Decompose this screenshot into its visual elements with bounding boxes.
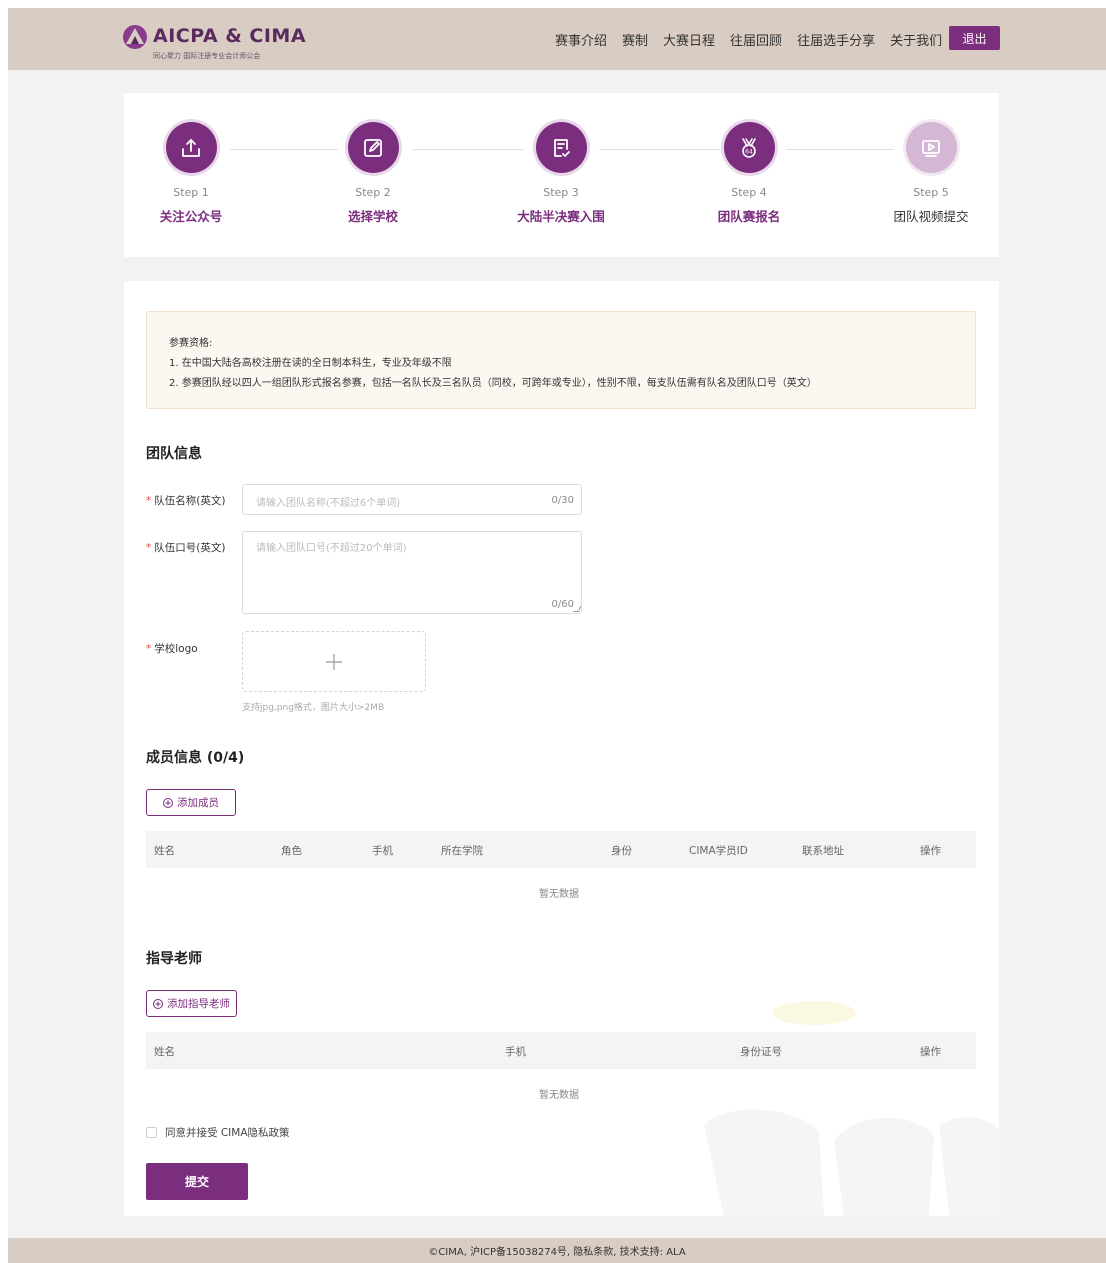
top-header: AICPA & CIMA 同心聚力 国际注册专业会计师公会 赛事介绍 赛制 大赛…	[8, 8, 1106, 70]
column-header: 操作	[920, 845, 941, 857]
column-header: CIMA学员ID	[689, 845, 748, 857]
video-icon	[922, 139, 940, 157]
advisors-empty-text: 暂无数据	[539, 1090, 579, 1101]
plus-icon	[326, 653, 342, 670]
edit-icon	[364, 138, 382, 157]
members-table-header: 姓名 角色 手机 所在学院 身份 CIMA学员ID 联系地址 操作	[146, 831, 976, 868]
privacy-agree-checkbox[interactable]	[146, 1127, 157, 1138]
nav-item-review[interactable]: 往届回顾	[730, 30, 782, 49]
eligibility-notice: 参赛资格: 1. 在中国大陆各高校注册在读的全日制本科生，专业及年级不限 2. …	[146, 311, 976, 409]
team-name-placeholder: 请输入团队名称(不超过6个单词)	[256, 498, 401, 509]
team-name-input[interactable]: 请输入团队名称(不超过6个单词) 0/30	[242, 484, 582, 515]
team-name-counter: 0/30	[551, 495, 574, 506]
column-header: 角色	[281, 845, 302, 857]
step-number: Step 5	[913, 186, 949, 199]
advisors-title: 指导老师	[146, 951, 202, 967]
notice-line-2: 2. 参赛团队经以四人一组团队形式报名参赛，包括一名队长及三名队员（同校，可跨年…	[169, 378, 817, 389]
logo-text: AICPA & CIMA	[153, 25, 307, 47]
required-mark: *	[146, 495, 152, 507]
step-5: Step 5 团队视频提交	[861, 122, 1001, 225]
add-advisor-label: 添加指导老师	[167, 998, 230, 1010]
step-number: Step 2	[355, 186, 391, 199]
logout-button[interactable]: 退出	[949, 26, 1000, 50]
step-2-circle	[347, 122, 399, 173]
team-slogan-counter: 0/60	[551, 599, 574, 610]
logo-subtitle: 同心聚力 国际注册专业会计师公会	[153, 52, 261, 60]
school-logo-label: * 学校logo	[146, 641, 198, 656]
progress-steps: Step 1 关注公众号 Step 2 选择学校 Step 3 大陆半决赛入围 …	[124, 93, 999, 257]
school-logo-label-text: 学校logo	[154, 643, 198, 655]
add-advisor-button[interactable]: 添加指导老师	[146, 990, 237, 1017]
step-name: 选择学校	[347, 209, 398, 224]
required-mark: *	[146, 542, 152, 554]
column-header: 操作	[920, 1046, 941, 1058]
step-3: Step 3 大陆半决赛入围	[491, 122, 631, 225]
members-title: 成员信息 (0/4)	[146, 750, 245, 766]
step-1-circle	[165, 122, 217, 173]
document-check-icon	[554, 138, 570, 157]
column-header: 姓名	[154, 1046, 175, 1058]
team-name-label-text: 队伍名称(英文)	[154, 495, 226, 507]
step-name: 团队赛报名	[717, 209, 781, 224]
team-slogan-placeholder: 请输入团队口号(不超过20个单词)	[256, 543, 407, 554]
column-header: 所在学院	[441, 845, 483, 857]
step-2: Step 2 选择学校	[303, 122, 443, 225]
registration-form: 参赛资格: 1. 在中国大陆各高校注册在读的全日制本科生，专业及年级不限 2. …	[124, 281, 999, 1216]
svg-text:64: 64	[745, 148, 753, 155]
step-4: 64 Step 4 团队赛报名	[679, 122, 819, 225]
main-nav: 赛事介绍 赛制 大赛日程 往届回顾 往届选手分享 关于我们	[555, 30, 957, 49]
footer: ©CIMA, 沪ICP备15038274号, 隐私条款, 技术支持: ALA	[8, 1238, 1106, 1263]
logo-mark-icon	[123, 25, 147, 49]
column-header: 身份证号	[740, 1046, 782, 1058]
step-name: 团队视频提交	[893, 209, 969, 224]
step-number: Step 1	[173, 186, 209, 199]
nav-item-schedule[interactable]: 大赛日程	[663, 30, 715, 49]
team-slogan-label-text: 队伍口号(英文)	[154, 542, 226, 554]
nav-item-format[interactable]: 赛制	[622, 30, 648, 49]
team-info-title: 团队信息	[146, 446, 202, 462]
add-circle-icon	[153, 998, 163, 1009]
step-name: 关注公众号	[159, 209, 223, 224]
step-number: Step 4	[731, 186, 767, 199]
team-slogan-textarea[interactable]: 请输入团队口号(不超过20个单词) 0/60	[242, 531, 582, 614]
nav-item-about[interactable]: 关于我们	[890, 30, 942, 49]
team-name-label: * 队伍名称(英文)	[146, 493, 225, 508]
add-circle-icon	[163, 797, 173, 808]
upload-icon	[182, 138, 200, 157]
column-header: 姓名	[154, 845, 175, 857]
medal-icon: 64	[742, 137, 756, 158]
resize-handle-icon[interactable]	[572, 606, 582, 612]
notice-line-1: 1. 在中国大陆各高校注册在读的全日制本科生，专业及年级不限	[169, 358, 452, 369]
step-name: 大陆半决赛入围	[517, 209, 605, 224]
footer-text: ©CIMA, 沪ICP备15038274号, 隐私条款, 技术支持: ALA	[428, 1247, 686, 1258]
step-1: Step 1 关注公众号	[121, 122, 261, 225]
submit-button[interactable]: 提交	[146, 1163, 248, 1200]
step-4-circle: 64	[723, 122, 775, 173]
logo-upload-area[interactable]	[242, 631, 426, 692]
team-slogan-label: * 队伍口号(英文)	[146, 540, 225, 555]
column-header: 身份	[611, 845, 632, 857]
nav-item-alumni[interactable]: 往届选手分享	[797, 30, 875, 49]
step-5-circle	[905, 122, 957, 173]
upload-tip: 支持jpg,png格式，图片大小>2MB	[242, 703, 385, 713]
notice-title: 参赛资格:	[169, 338, 213, 349]
column-header: 手机	[505, 1046, 526, 1058]
advisors-table-header: 姓名 手机 身份证号 操作	[146, 1032, 976, 1069]
step-3-circle	[535, 122, 587, 173]
add-member-button[interactable]: 添加成员	[146, 789, 236, 816]
nav-item-intro[interactable]: 赛事介绍	[555, 30, 607, 49]
members-empty-text: 暂无数据	[539, 889, 579, 900]
column-header: 手机	[372, 845, 393, 857]
add-member-label: 添加成员	[177, 797, 219, 809]
privacy-agree-label[interactable]: 同意并接受 CIMA隐私政策	[165, 1125, 290, 1140]
column-header: 联系地址	[802, 845, 844, 857]
required-mark: *	[146, 643, 152, 655]
step-number: Step 3	[543, 186, 579, 199]
